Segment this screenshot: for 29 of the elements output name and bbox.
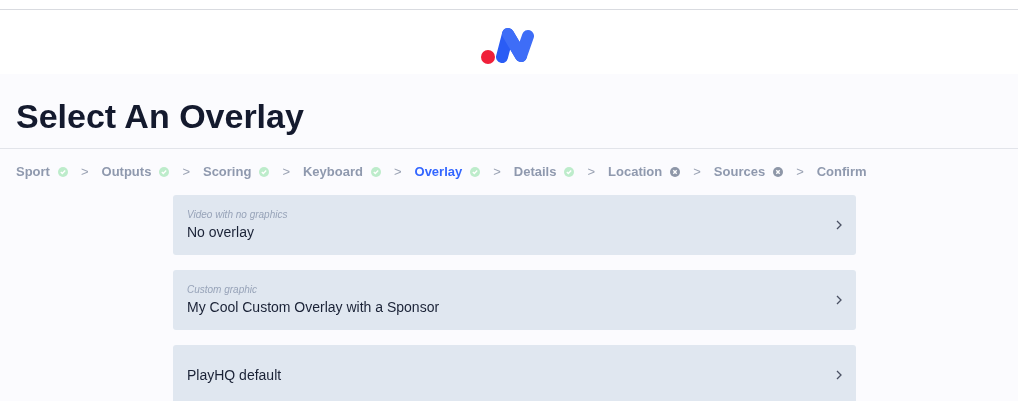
option-caption: Custom graphic <box>187 283 259 297</box>
option-name: My Cool Custom Overlay with a Sponsor <box>187 298 440 317</box>
option-caption: Video with no graphics <box>187 208 288 222</box>
separator-glyph: > <box>796 163 804 182</box>
step-tab[interactable]: Location <box>608 162 663 182</box>
separator-glyph: > <box>282 163 290 182</box>
overlay-option[interactable]: Video with no graphics No overlay <box>173 195 856 255</box>
overlay-option[interactable]: Custom graphic My Cool Custom Overlay with a Sponsor <box>173 270 856 330</box>
step-tab[interactable]: Scoring <box>202 162 252 182</box>
separator-glyph: > <box>182 163 190 182</box>
step-tab[interactable]: Sport <box>16 162 50 182</box>
step-tab[interactable]: Sources <box>713 162 766 182</box>
separator-glyph: > <box>393 163 402 182</box>
separator-glyph: > <box>493 163 501 182</box>
option-name: No overlay <box>187 223 255 242</box>
step-tab[interactable]: Keyboard <box>302 162 363 182</box>
step-tab[interactable]: Confirm <box>816 162 867 182</box>
chevron-right-icon <box>836 220 842 230</box>
overlay-option[interactable]: PlayHQ default <box>173 345 856 401</box>
step-tab[interactable]: Details <box>513 162 557 182</box>
page-title: Select An Overlay <box>0 74 1018 149</box>
chevron-right-icon <box>836 295 842 305</box>
step-tab[interactable]: Overlay <box>414 162 463 182</box>
separator-glyph: > <box>693 163 701 182</box>
chevron-right-icon <box>836 370 842 380</box>
separator-glyph: > <box>80 163 89 182</box>
option-name: PlayHQ default <box>187 365 282 385</box>
separator-glyph: > <box>587 163 596 182</box>
step-tab[interactable]: Outputs <box>101 162 152 182</box>
